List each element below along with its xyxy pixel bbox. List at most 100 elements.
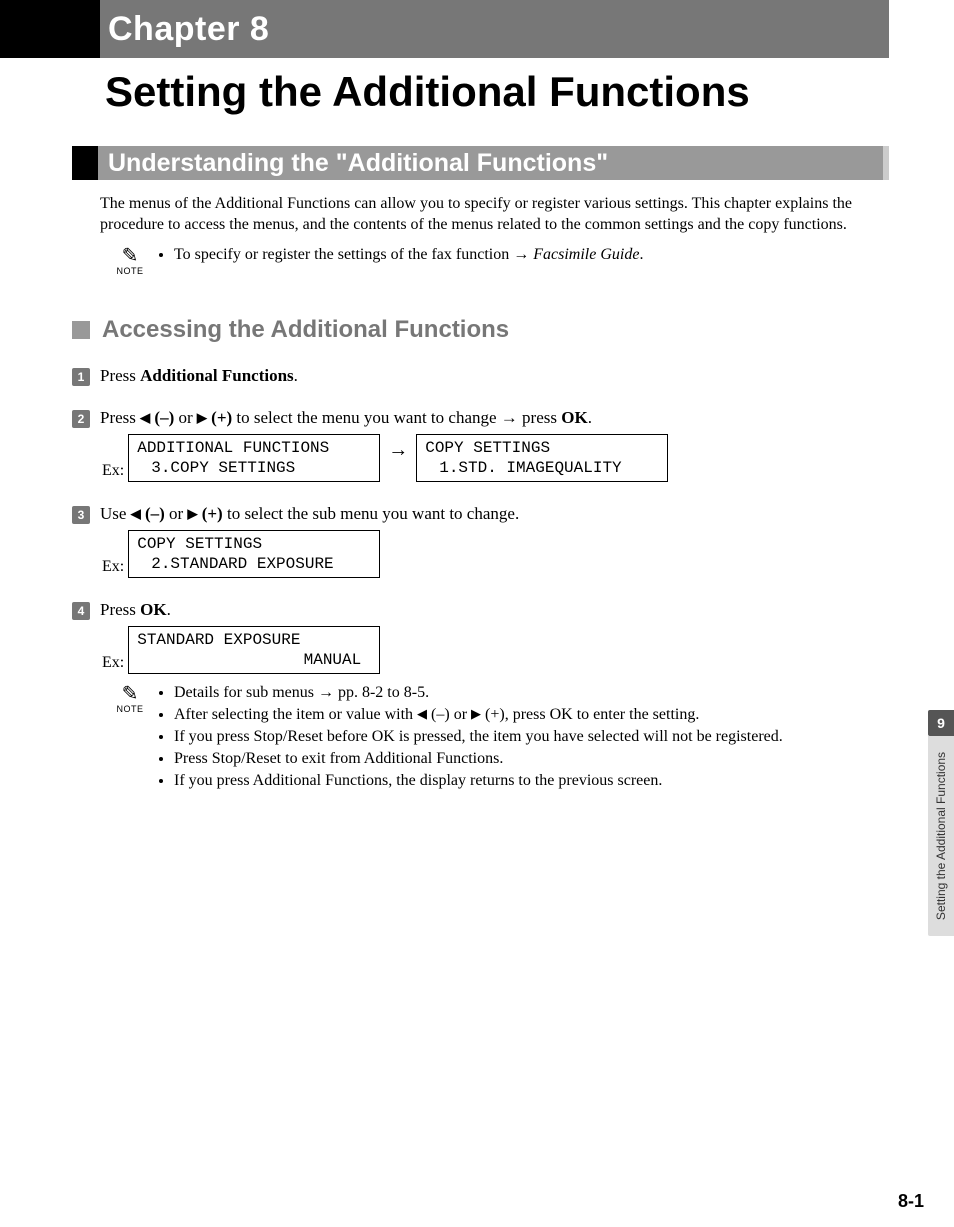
pencil-icon: ✎	[110, 684, 150, 704]
side-tab: 9 Setting the Additional Functions	[928, 710, 954, 936]
lcd-line1: COPY SETTINGS	[137, 535, 262, 553]
t: If you press	[174, 728, 254, 745]
t: OK	[561, 408, 587, 427]
pencil-icon: ✎	[110, 246, 150, 266]
t: (+)	[197, 504, 222, 523]
arrow-right-icon: →	[380, 439, 416, 476]
note-body: Details for sub menus → pp. 8-2 to 8-5. …	[150, 684, 889, 794]
t: to exit from Additional Functions.	[281, 750, 503, 767]
section-heading: Understanding the "Additional Functions"	[72, 146, 889, 180]
note-item: Press Stop/Reset to exit from Additional…	[174, 750, 889, 768]
t: or	[174, 408, 197, 427]
chapter-label: Chapter 8	[108, 10, 269, 49]
t: (–)	[141, 504, 165, 523]
lcd-line2: 1.STD. IMAGEQUALITY	[425, 458, 659, 478]
note-item: If you press Additional Functions, the d…	[174, 772, 889, 790]
note-item: Details for sub menus → pp. 8-2 to 8-5.	[174, 684, 889, 702]
step-4: 4 Press OK.	[0, 578, 954, 620]
t: (+)	[207, 408, 232, 427]
triangle-right-icon: ▶	[197, 410, 207, 425]
lcd-line2: 2.STANDARD EXPOSURE	[137, 554, 371, 574]
t: If you press	[174, 772, 253, 789]
t: , press	[505, 706, 550, 723]
section-heading-accent	[72, 146, 98, 180]
step-badge: 4	[72, 602, 90, 620]
lcd-line2: MANUAL	[137, 650, 371, 670]
step-3-example: Ex: COPY SETTINGS 2.STANDARD EXPOSURE	[0, 524, 954, 578]
section-heading-bar: Understanding the "Additional Functions"	[98, 146, 883, 180]
t: Additional Functions	[253, 772, 389, 789]
t: After selecting the item or value with	[174, 706, 417, 723]
side-tab-number: 9	[928, 710, 954, 736]
t: or	[165, 504, 188, 523]
subheading-row: Accessing the Additional Functions	[0, 276, 954, 344]
triangle-left-icon: ◀	[417, 706, 427, 721]
subheading-bullet-icon	[72, 321, 90, 339]
t: Stop/Reset	[212, 750, 281, 767]
note-icon: ✎ NOTE	[110, 684, 150, 714]
t: .	[588, 408, 592, 427]
t: Press	[100, 600, 140, 619]
step-1: 1 Press Additional Functions.	[0, 344, 954, 386]
t: to enter the setting.	[573, 706, 700, 723]
step-badge: 3	[72, 506, 90, 524]
t: or	[450, 706, 471, 723]
t: before	[323, 728, 372, 745]
step-text: Press OK.	[100, 600, 171, 620]
step-2: 2 Press ◀ (–) or ▶ (+) to select the men…	[0, 386, 954, 428]
triangle-right-icon: ▶	[471, 706, 481, 721]
note-text-post: .	[639, 246, 643, 263]
lcd-line1: STANDARD EXPOSURE	[137, 631, 300, 649]
lcd-display: COPY SETTINGS 1.STD. IMAGEQUALITY	[416, 434, 668, 482]
step-badge: 2	[72, 410, 90, 428]
t: (+)	[481, 706, 505, 723]
side-tab-body: Setting the Additional Functions	[928, 736, 954, 936]
ex-label: Ex:	[102, 462, 124, 482]
step-2-example: Ex: ADDITIONAL FUNCTIONS 3.COPY SETTINGS…	[0, 428, 954, 482]
lcd-line1: ADDITIONAL FUNCTIONS	[137, 439, 329, 457]
note-label: NOTE	[110, 704, 150, 714]
lcd-display: STANDARD EXPOSURE MANUAL	[128, 626, 380, 674]
t: (–)	[150, 408, 174, 427]
t: , the display returns to the previous sc…	[388, 772, 662, 789]
t: Press	[100, 408, 140, 427]
chapter-header-accent	[0, 0, 100, 58]
triangle-left-icon: ◀	[131, 506, 141, 521]
step-badge: 1	[72, 368, 90, 386]
step-text: Press ◀ (–) or ▶ (+) to select the menu …	[100, 408, 592, 428]
side-tab-label: Setting the Additional Functions	[934, 752, 948, 920]
t: OK	[140, 600, 166, 619]
t: to select the sub menu you want to chang…	[223, 504, 519, 523]
lcd-display: COPY SETTINGS 2.STANDARD EXPOSURE	[128, 530, 380, 578]
t: is pressed, the item you have selected w…	[395, 728, 783, 745]
step-text: Use ◀ (–) or ▶ (+) to select the sub men…	[100, 504, 519, 524]
step-3: 3 Use ◀ (–) or ▶ (+) to select the sub m…	[0, 482, 954, 524]
subheading-title: Accessing the Additional Functions	[102, 316, 509, 344]
note-item: If you press Stop/Reset before OK is pre…	[174, 728, 889, 746]
chapter-title: Setting the Additional Functions	[105, 68, 889, 116]
t: Additional Functions	[140, 366, 294, 385]
t: .	[294, 366, 298, 385]
note-item: After selecting the item or value with ◀…	[174, 706, 889, 724]
lcd-display: ADDITIONAL FUNCTIONS 3.COPY SETTINGS	[128, 434, 380, 482]
triangle-left-icon: ◀	[140, 410, 150, 425]
lcd-line2: 3.COPY SETTINGS	[137, 458, 371, 478]
chapter-header-bar: Chapter 8	[100, 0, 889, 58]
note-top: ✎ NOTE To specify or register the settin…	[0, 236, 954, 276]
step-text: Press Additional Functions.	[100, 366, 298, 386]
page-number: 8-1	[898, 1191, 924, 1212]
section-heading-title: Understanding the "Additional Functions"	[108, 149, 608, 178]
ex-label: Ex:	[102, 654, 124, 674]
t: OK	[550, 706, 573, 723]
note-icon: ✎ NOTE	[110, 246, 150, 276]
step-4-example: Ex: STANDARD EXPOSURE MANUAL	[0, 620, 954, 674]
t: .	[167, 600, 171, 619]
note-text-em: Facsimile Guide	[533, 246, 639, 263]
t: Press	[100, 366, 140, 385]
ex-label: Ex:	[102, 558, 124, 578]
t: to select the menu you want to change → …	[232, 408, 561, 427]
t: Stop/Reset	[254, 728, 323, 745]
lcd-line1: COPY SETTINGS	[425, 439, 550, 457]
t: Press	[174, 750, 212, 767]
chapter-title-block: Setting the Additional Functions	[0, 68, 954, 116]
